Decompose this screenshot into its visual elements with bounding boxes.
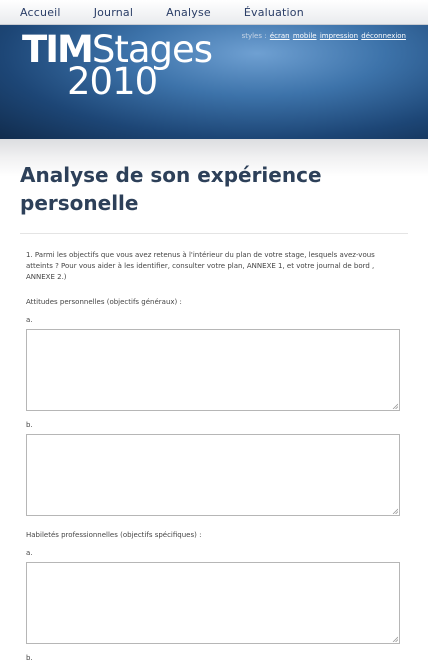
page-title: Analyse de son expérience personelle — [20, 163, 322, 215]
header-banner: TIMStages 2010 styles : écran mobile imp… — [0, 25, 428, 139]
nav-journal[interactable]: Journal — [94, 6, 133, 19]
styles-label: styles : — [241, 32, 267, 40]
section-attitudes-title: Attitudes personnelles (objectifs généra… — [26, 298, 182, 306]
attitudes-a-textarea[interactable] — [26, 329, 400, 411]
resize-grip-icon[interactable] — [392, 636, 398, 642]
resize-grip-icon[interactable] — [392, 508, 398, 514]
top-nav: Accueil Journal Analyse Évaluation — [0, 0, 428, 25]
question-1: 1. Parmi les objectifs que vous avez ret… — [26, 251, 375, 281]
habiletes-a-textarea[interactable] — [26, 562, 400, 644]
style-link-mobile[interactable]: mobile — [293, 32, 317, 40]
label-b: b. — [26, 421, 33, 429]
form-content: 1. Parmi les objectifs que vous avez ret… — [0, 250, 428, 662]
nav-accueil[interactable]: Accueil — [20, 6, 61, 19]
nav-evaluation[interactable]: Évaluation — [244, 6, 304, 19]
section-habiletes-title: Habiletés professionnelles (objectifs sp… — [26, 531, 202, 539]
attitudes-b-textarea[interactable] — [26, 434, 400, 516]
nav-analyse[interactable]: Analyse — [166, 6, 211, 19]
label-a: a. — [26, 316, 33, 324]
style-link-impression[interactable]: impression — [320, 32, 358, 40]
divider — [20, 233, 408, 234]
style-switcher: styles : écran mobile impression déconne… — [242, 32, 406, 40]
label-a: a. — [26, 549, 33, 557]
style-link-ecran[interactable]: écran — [270, 32, 290, 40]
logout-link[interactable]: déconnexion — [361, 32, 406, 40]
site-logo: TIMStages 2010 — [22, 31, 213, 100]
resize-grip-icon[interactable] — [392, 403, 398, 409]
title-area: Analyse de son expérience personelle — [0, 139, 428, 233]
label-b: b. — [26, 654, 33, 662]
